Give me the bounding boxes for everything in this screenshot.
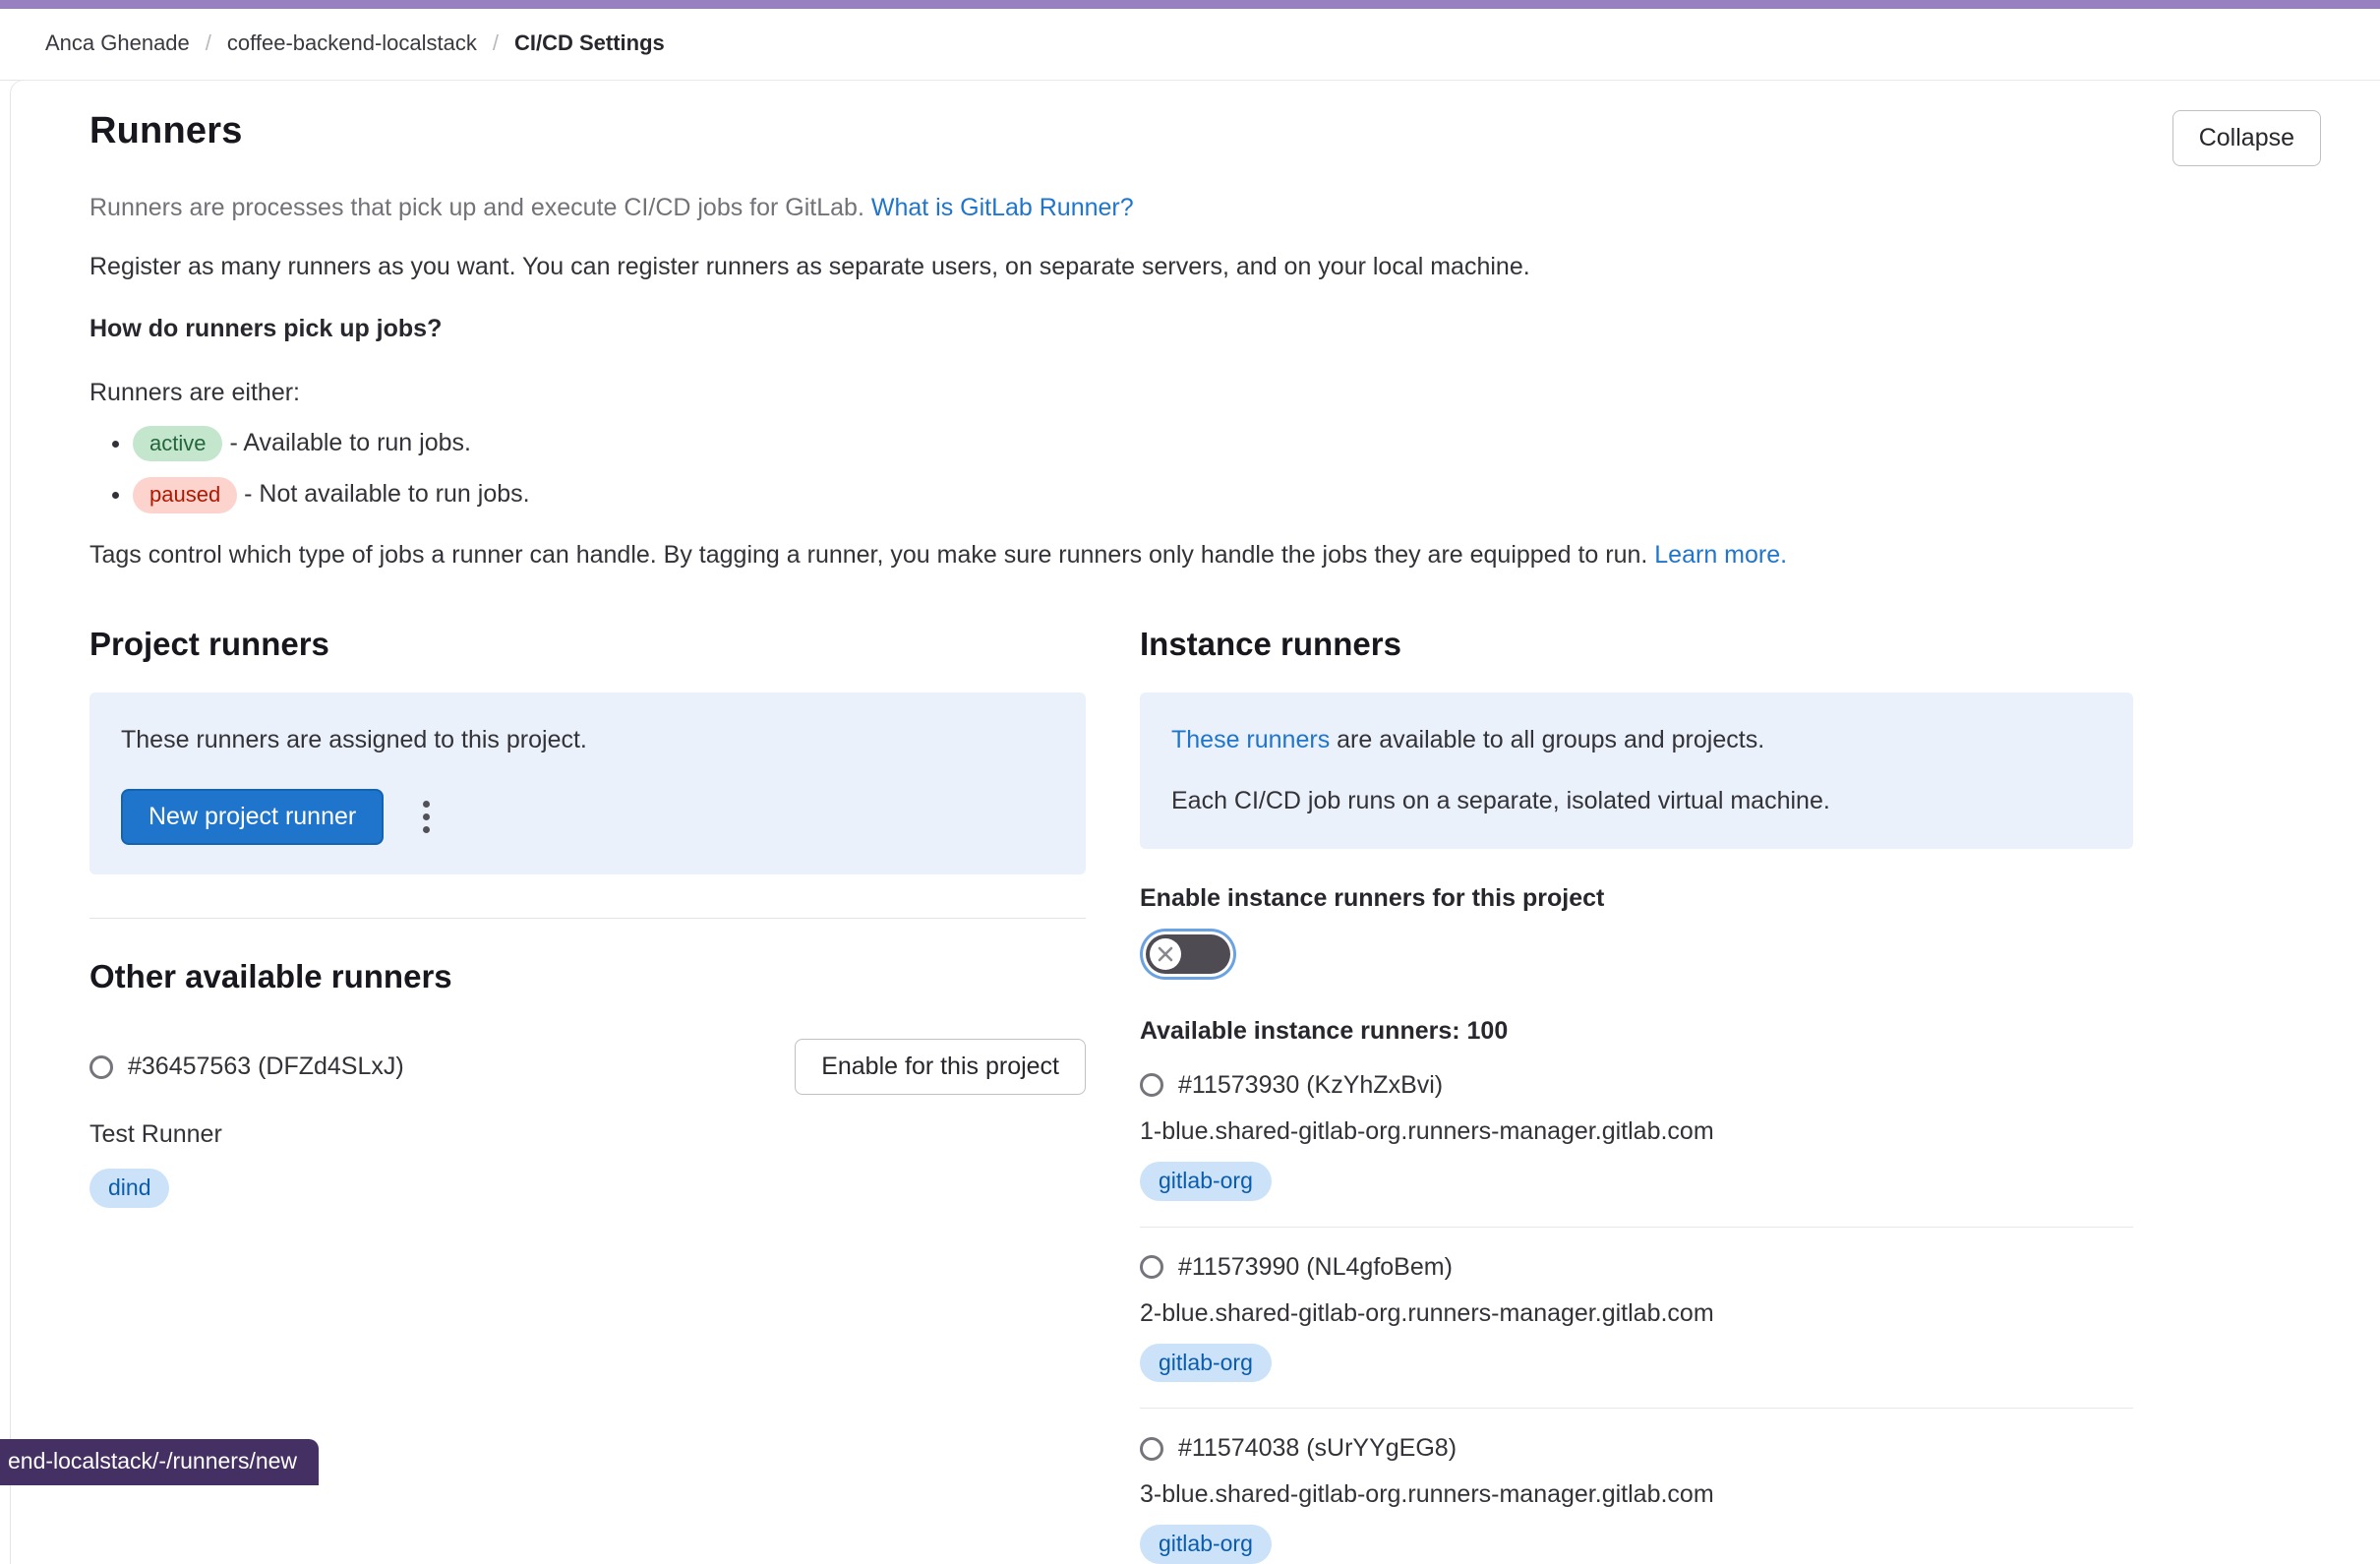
browser-status-url-tooltip: end-localstack/-/runners/new [0, 1439, 319, 1485]
runner-tag-badge: dind [89, 1169, 169, 1208]
cross-icon [1157, 945, 1174, 963]
runners-intro: Runners are processes that pick up and e… [89, 190, 2321, 225]
runner-status-list: active - Available to run jobs. paused -… [133, 426, 2321, 513]
status-list-item-active: active - Available to run jobs. [133, 426, 2321, 462]
other-runner-name: Test Runner [89, 1120, 1086, 1149]
instance-runners-info-line1: These runners are available to all group… [1171, 722, 2102, 757]
tags-description-text: Tags control which type of jobs a runner… [89, 541, 1647, 569]
kebab-menu-icon[interactable] [413, 791, 440, 843]
runner-status-circle-icon [1140, 1255, 1163, 1279]
instance-runners-info-box: These runners are available to all group… [1140, 692, 2133, 849]
breadcrumb: Anca Ghenade / coffee-backend-localstack… [0, 9, 2380, 81]
instance-runners-title: Instance runners [1140, 626, 2133, 663]
instance-runner-entry: #11574038 (sUrYYgEG8) 3-blue.shared-gitl… [1140, 1409, 2133, 1564]
what-is-gitlab-runner-link[interactable]: What is GitLab Runner? [871, 194, 1134, 221]
active-status-badge: active [133, 426, 222, 462]
enable-for-project-button[interactable]: Enable for this project [795, 1039, 1086, 1095]
instance-runner-host: 1-blue.shared-gitlab-org.runners-manager… [1140, 1117, 2133, 1146]
learn-more-link[interactable]: Learn more. [1654, 541, 1787, 569]
runner-status-circle-icon [89, 1055, 113, 1079]
register-text: Register as many runners as you want. Yo… [89, 249, 2321, 284]
these-runners-link[interactable]: These runners [1171, 726, 1330, 753]
active-status-text: - Available to run jobs. [229, 429, 471, 456]
breadcrumb-project[interactable]: coffee-backend-localstack [227, 30, 477, 56]
how-runners-title: How do runners pick up jobs? [89, 315, 2321, 343]
window-accent-bar [0, 0, 2380, 9]
breadcrumb-separator: / [493, 30, 499, 56]
other-runner-row: #36457563 (DFZd4SLxJ) Enable for this pr… [89, 1039, 1086, 1095]
instance-runner-id: #11573930 (KzYhZxBvi) [1178, 1071, 1443, 1100]
project-runners-title: Project runners [89, 626, 1086, 663]
runner-status-circle-icon [1140, 1437, 1163, 1461]
other-runner-id: #36457563 (DFZd4SLxJ) [128, 1053, 404, 1081]
instance-runners-toggle[interactable] [1146, 934, 1230, 974]
instance-runner-host: 2-blue.shared-gitlab-org.runners-manager… [1140, 1299, 2133, 1328]
paused-status-text: - Not available to run jobs. [244, 480, 529, 508]
paused-status-badge: paused [133, 477, 237, 513]
project-runners-info-box: These runners are assigned to this proje… [89, 692, 1086, 874]
settings-content: Runners Collapse Runners are processes t… [10, 80, 2380, 1564]
instance-runner-id: #11573990 (NL4gfoBem) [1178, 1253, 1453, 1282]
toggle-thumb [1150, 938, 1181, 970]
available-instance-runners-label: Available instance runners: 100 [1140, 1017, 2133, 1046]
project-runners-info-text: These runners are assigned to this proje… [121, 722, 1054, 757]
instance-runner-entry: #11573930 (KzYhZxBvi) 1-blue.shared-gitl… [1140, 1046, 2133, 1228]
section-divider [89, 918, 1086, 919]
runner-tag-badge: gitlab-org [1140, 1525, 1272, 1564]
page-title: Runners [89, 110, 243, 152]
instance-runners-section: Instance runners These runners are avail… [1140, 626, 2133, 1564]
breadcrumb-current-page: CI/CD Settings [514, 30, 665, 56]
new-project-runner-button[interactable]: New project runner [121, 789, 384, 845]
instance-runner-id: #11574038 (sUrYYgEG8) [1178, 1434, 1457, 1463]
instance-runners-info-rest: are available to all groups and projects… [1330, 726, 1764, 753]
runners-either-text: Runners are either: [89, 375, 2321, 410]
runner-tag-badge: gitlab-org [1140, 1344, 1272, 1383]
enable-instance-runners-label: Enable instance runners for this project [1140, 884, 2133, 913]
runner-status-circle-icon [1140, 1073, 1163, 1097]
runners-intro-text: Runners are processes that pick up and e… [89, 194, 864, 221]
other-available-runners-title: Other available runners [89, 958, 1086, 995]
collapse-button[interactable]: Collapse [2172, 110, 2321, 166]
runner-tag-badge: gitlab-org [1140, 1162, 1272, 1201]
status-list-item-paused: paused - Not available to run jobs. [133, 477, 2321, 513]
instance-runners-info-line2: Each CI/CD job runs on a separate, isola… [1171, 783, 2102, 818]
tags-description: Tags control which type of jobs a runner… [89, 537, 2321, 572]
instance-runner-entry: #11573990 (NL4gfoBem) 2-blue.shared-gitl… [1140, 1228, 2133, 1410]
project-runners-section: Project runners These runners are assign… [89, 626, 1086, 1208]
breadcrumb-user[interactable]: Anca Ghenade [45, 30, 190, 56]
breadcrumb-separator: / [206, 30, 211, 56]
